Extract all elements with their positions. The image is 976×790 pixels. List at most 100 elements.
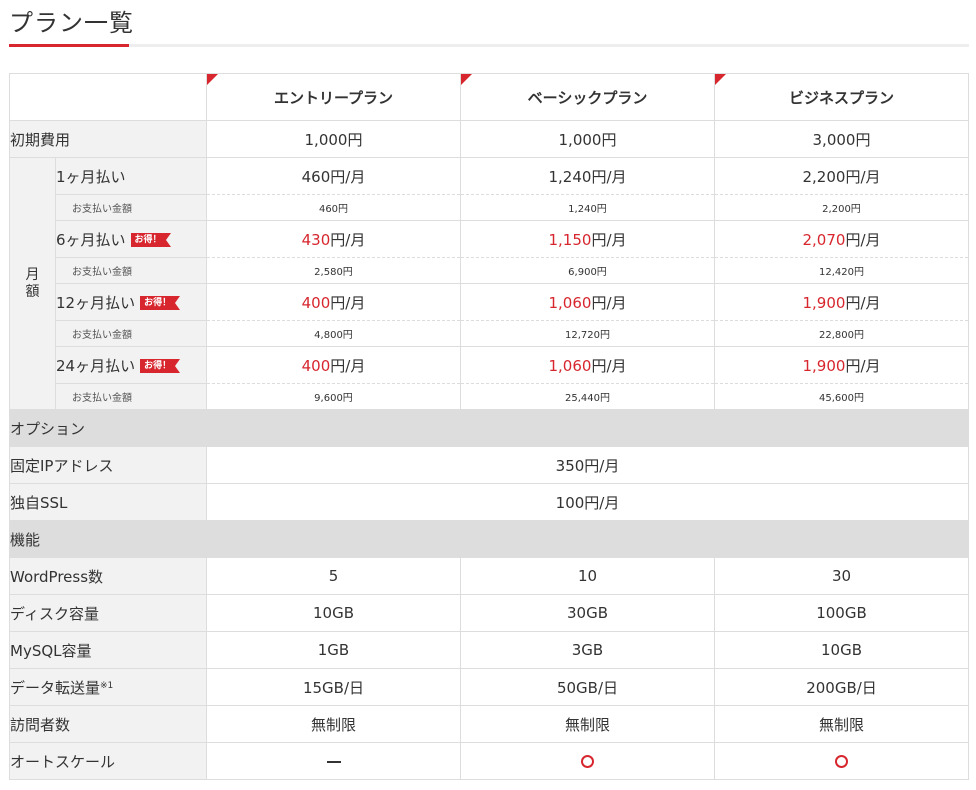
price-cell: 1,060円/月 bbox=[460, 346, 715, 384]
feature-value bbox=[460, 742, 715, 780]
payment-row-1m: お支払い金額 460円 1,240円 2,200円 bbox=[10, 194, 969, 221]
payment-total: 22,800円 bbox=[714, 320, 969, 347]
feature-value: 200GB/日 bbox=[714, 668, 969, 706]
plan-header-basic: ベーシックプラン bbox=[460, 73, 715, 121]
price-row-24m: 24ヶ月払い お得！ 400円/月 1,060円/月 1,900円/月 bbox=[10, 346, 969, 384]
payment-total: 9,600円 bbox=[206, 383, 461, 410]
page-title: プラン一覧 bbox=[9, 9, 134, 37]
feature-label: WordPress数 bbox=[9, 557, 207, 595]
corner-flag-icon bbox=[461, 74, 472, 85]
feature-value: 10 bbox=[460, 557, 715, 595]
payment-total: 25,440円 bbox=[460, 383, 715, 410]
feature-value: 50GB/日 bbox=[460, 668, 715, 706]
options-section-label: オプション bbox=[9, 409, 969, 447]
feature-value: 10GB bbox=[714, 631, 969, 669]
period-label: 24ヶ月払い お得！ bbox=[55, 346, 207, 384]
setup-fee-row: 初期費用 1,000円 1,000円 3,000円 bbox=[9, 120, 969, 158]
option-value: 350円/月 bbox=[206, 446, 969, 484]
feature-value: 3GB bbox=[460, 631, 715, 669]
feature-value: 5 bbox=[206, 557, 461, 595]
feature-value bbox=[206, 742, 461, 780]
option-row-ssl: 独自SSL 100円/月 bbox=[9, 483, 969, 521]
price-cell: 460円/月 bbox=[206, 157, 461, 195]
payment-label: お支払い金額 bbox=[55, 383, 207, 410]
payment-total: 12,420円 bbox=[714, 257, 969, 284]
payment-total: 460円 bbox=[206, 194, 461, 221]
corner-flag-icon bbox=[715, 74, 726, 85]
feature-row-mysql: MySQL容量 1GB 3GB 10GB bbox=[9, 631, 969, 669]
feature-row-visitors: 訪問者数 無制限 無制限 無制限 bbox=[9, 705, 969, 743]
period-label: 12ヶ月払い お得！ bbox=[55, 283, 207, 321]
circle-icon bbox=[835, 755, 848, 768]
feature-label: ディスク容量 bbox=[9, 594, 207, 632]
price-cell: 1,900円/月 bbox=[714, 346, 969, 384]
option-label: 固定IPアドレス bbox=[9, 446, 207, 484]
circle-icon bbox=[581, 755, 594, 768]
feature-label: MySQL容量 bbox=[9, 631, 207, 669]
price-cell: 2,070円/月 bbox=[714, 220, 969, 258]
option-value: 100円/月 bbox=[206, 483, 969, 521]
table-corner bbox=[9, 73, 207, 121]
setup-fee-value: 1,000円 bbox=[460, 120, 715, 158]
feature-value: 無制限 bbox=[460, 705, 715, 743]
feature-value: 15GB/日 bbox=[206, 668, 461, 706]
feature-label: データ転送量※1 bbox=[9, 668, 207, 706]
plan-comparison-table: エントリープラン ベーシックプラン ビジネスプラン 初期費用 1,000円 1,… bbox=[9, 73, 969, 780]
corner-flag-icon bbox=[207, 74, 218, 85]
price-row-1m: 月額 1ヶ月払い 460円/月 1,240円/月 2,200円/月 bbox=[9, 157, 969, 410]
payment-total: 2,200円 bbox=[714, 194, 969, 221]
period-label: 6ヶ月払い お得！ bbox=[55, 220, 207, 258]
payment-total: 2,580円 bbox=[206, 257, 461, 284]
price-cell: 430円/月 bbox=[206, 220, 461, 258]
setup-fee-value: 1,000円 bbox=[206, 120, 461, 158]
payment-total: 4,800円 bbox=[206, 320, 461, 347]
feature-value: 無制限 bbox=[714, 705, 969, 743]
price-row-12m: 12ヶ月払い お得！ 400円/月 1,060円/月 1,900円/月 bbox=[10, 283, 969, 321]
price-cell: 1,240円/月 bbox=[460, 157, 715, 195]
feature-label: オートスケール bbox=[9, 742, 207, 780]
payment-total: 6,900円 bbox=[460, 257, 715, 284]
feature-value: 100GB bbox=[714, 594, 969, 632]
price-cell: 1,060円/月 bbox=[460, 283, 715, 321]
feature-value: 30 bbox=[714, 557, 969, 595]
price-row-6m: 6ヶ月払い お得！ 430円/月 1,150円/月 2,070円/月 bbox=[10, 220, 969, 258]
features-section-label: 機能 bbox=[9, 520, 969, 558]
discount-badge: お得！ bbox=[140, 295, 181, 310]
feature-value: 1GB bbox=[206, 631, 461, 669]
payment-row-6m: お支払い金額 2,580円 6,900円 12,420円 bbox=[10, 257, 969, 284]
payment-label: お支払い金額 bbox=[55, 320, 207, 347]
heading-rule bbox=[9, 44, 969, 47]
discount-badge: お得！ bbox=[140, 358, 181, 373]
price-cell: 1,150円/月 bbox=[460, 220, 715, 258]
payment-row-24m: お支払い金額 9,600円 25,440円 45,600円 bbox=[10, 383, 969, 410]
feature-row-transfer: データ転送量※1 15GB/日 50GB/日 200GB/日 bbox=[9, 668, 969, 706]
feature-row-autoscale: オートスケール bbox=[9, 742, 969, 780]
monthly-label-2: 額 bbox=[25, 283, 40, 300]
price-cell: 400円/月 bbox=[206, 283, 461, 321]
plan-header-row: エントリープラン ベーシックプラン ビジネスプラン bbox=[9, 73, 969, 121]
payment-label: お支払い金額 bbox=[55, 257, 207, 284]
feature-value: 30GB bbox=[460, 594, 715, 632]
payment-total: 12,720円 bbox=[460, 320, 715, 347]
setup-fee-value: 3,000円 bbox=[714, 120, 969, 158]
footnote-marker: ※1 bbox=[100, 680, 114, 691]
feature-value: 無制限 bbox=[206, 705, 461, 743]
setup-fee-label: 初期費用 bbox=[9, 120, 207, 158]
discount-badge: お得！ bbox=[130, 232, 171, 247]
heading-accent-bar bbox=[9, 44, 129, 47]
plan-list-page: プラン一覧 エントリープラン ベーシックプラン ビジネスプラン 初期費用 1,0… bbox=[0, 0, 976, 790]
payment-total: 45,600円 bbox=[714, 383, 969, 410]
payment-row-12m: お支払い金額 4,800円 12,720円 22,800円 bbox=[10, 320, 969, 347]
options-section-row: オプション bbox=[9, 409, 969, 447]
feature-label: 訪問者数 bbox=[9, 705, 207, 743]
payment-label: お支払い金額 bbox=[55, 194, 207, 221]
payment-total: 1,240円 bbox=[460, 194, 715, 221]
monthly-group-label: 月額 bbox=[9, 157, 56, 410]
feature-row-wordpress: WordPress数 5 10 30 bbox=[9, 557, 969, 595]
feature-value bbox=[714, 742, 969, 780]
plan-header-business: ビジネスプラン bbox=[714, 73, 969, 121]
monthly-label-1: 月 bbox=[25, 266, 40, 283]
feature-row-disk: ディスク容量 10GB 30GB 100GB bbox=[9, 594, 969, 632]
feature-value: 10GB bbox=[206, 594, 461, 632]
option-row-fixed-ip: 固定IPアドレス 350円/月 bbox=[9, 446, 969, 484]
